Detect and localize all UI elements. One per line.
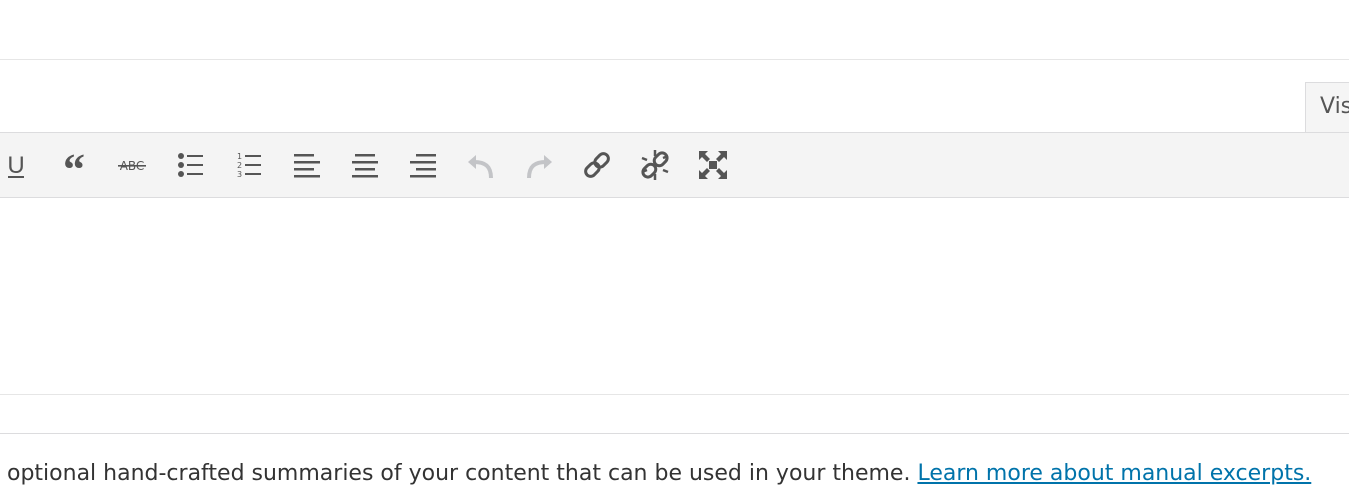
align-left-icon <box>294 154 320 178</box>
fullscreen-icon <box>699 151 727 179</box>
blockquote-icon: “ <box>63 150 85 180</box>
editor-toolbar: U “ ABC 1 2 3 <box>0 132 1349 198</box>
align-right-button[interactable] <box>403 147 443 183</box>
blockquote-button[interactable]: “ <box>54 147 94 183</box>
excerpt-description-text: optional hand-crafted summaries of your … <box>7 461 911 486</box>
numbered-list-button[interactable]: 1 2 3 <box>229 147 269 183</box>
remove-link-button[interactable] <box>635 147 675 183</box>
align-left-button[interactable] <box>287 147 327 183</box>
redo-button[interactable] <box>519 147 559 183</box>
insert-link-icon <box>584 152 610 178</box>
svg-text:1: 1 <box>237 152 242 161</box>
align-right-icon <box>410 154 436 178</box>
redo-icon <box>527 155 552 179</box>
underline-icon: U <box>7 152 24 179</box>
underline-button[interactable]: U <box>0 147 36 183</box>
remove-link-icon <box>641 150 669 180</box>
insert-link-button[interactable] <box>577 147 617 183</box>
tab-visual[interactable]: Vis <box>1305 82 1349 132</box>
learn-more-excerpts-link[interactable]: Learn more about manual excerpts. <box>917 461 1311 486</box>
svg-text:3: 3 <box>237 170 242 179</box>
numbered-list-icon: 1 2 3 <box>237 152 261 179</box>
top-divider <box>0 59 1349 60</box>
bulleted-list-icon <box>178 153 203 177</box>
svg-text:“: “ <box>63 150 85 180</box>
excerpt-description: optional hand-crafted summaries of your … <box>7 459 1311 489</box>
excerpt-divider <box>0 433 1349 434</box>
align-center-icon <box>352 154 378 178</box>
align-center-button[interactable] <box>345 147 385 183</box>
svg-text:2: 2 <box>237 161 242 170</box>
editor-content-area[interactable] <box>0 198 1349 394</box>
undo-button[interactable] <box>461 147 501 183</box>
fullscreen-button[interactable] <box>693 147 733 183</box>
editor-bottom-divider <box>0 394 1349 395</box>
tab-visual-label: Vis <box>1320 94 1349 119</box>
svg-text:U: U <box>7 152 24 179</box>
undo-icon <box>468 155 493 179</box>
strikethrough-button[interactable]: ABC <box>112 147 152 183</box>
strikethrough-icon: ABC <box>118 159 146 173</box>
bulleted-list-button[interactable] <box>171 147 211 183</box>
